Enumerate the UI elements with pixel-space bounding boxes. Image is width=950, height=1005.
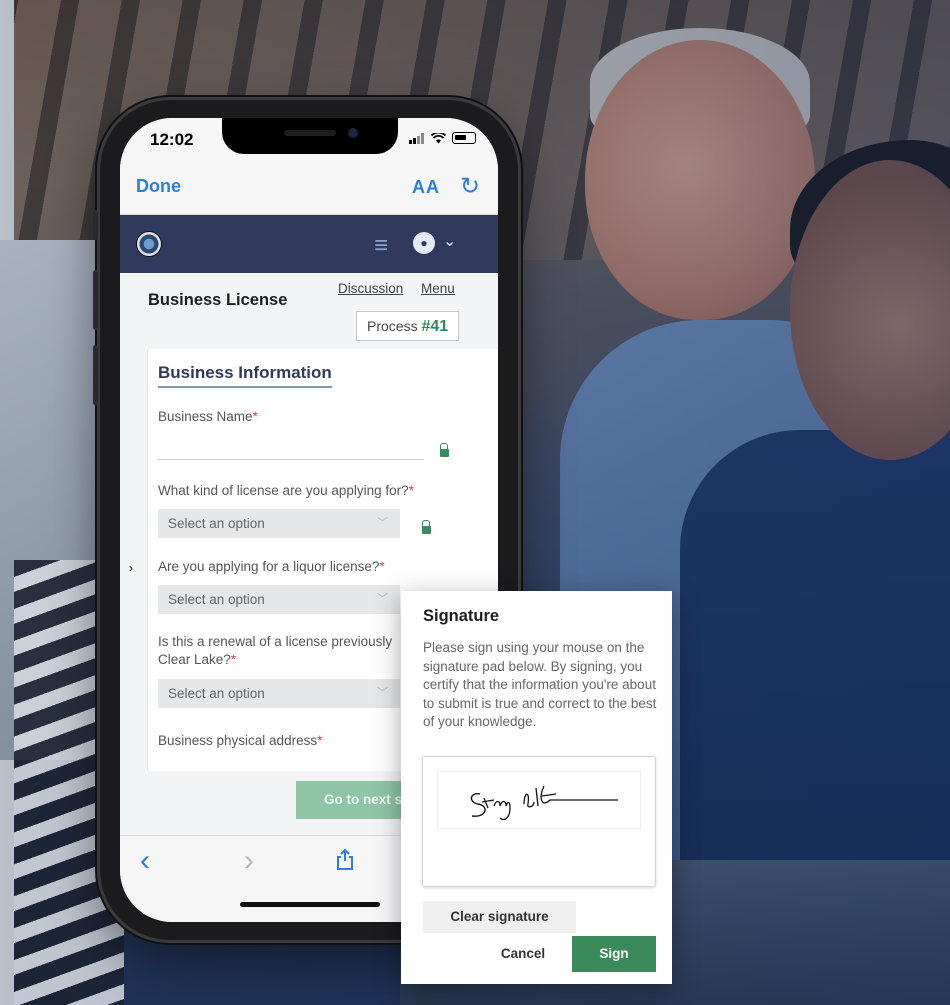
business-name-input[interactable] (158, 432, 424, 460)
chevron-down-icon[interactable]: ⌄ (443, 231, 456, 251)
signature-dialog: Signature Please sign using your mouse o… (401, 591, 672, 984)
renewal-select[interactable]: Select an option ﹀ (158, 679, 400, 708)
chevron-left-icon[interactable]: ‹ (140, 844, 150, 878)
text-size-button[interactable]: AA (412, 177, 440, 198)
signal-icon (409, 132, 424, 144)
lock-icon (440, 443, 449, 457)
signature-pad[interactable] (422, 756, 656, 887)
process-label: Process (367, 318, 418, 334)
liquor-license-label: Are you applying for a liquor license?* (158, 559, 385, 574)
menu-link[interactable]: Menu (421, 281, 455, 296)
status-time: 12:02 (150, 130, 194, 149)
business-name-label: Business Name* (158, 409, 258, 424)
license-kind-select[interactable]: Select an option ﹀ (158, 509, 400, 538)
speaker (284, 130, 336, 136)
user-avatar-icon[interactable]: ● (413, 232, 435, 254)
browser-top-bar: Done AA ↻ (120, 164, 498, 215)
discussion-link[interactable]: Discussion (338, 281, 403, 296)
phone-volume-up (93, 270, 98, 330)
reload-icon[interactable]: ↻ (460, 172, 480, 201)
expand-chevron-icon[interactable]: › (129, 561, 133, 575)
page-title: Business License (148, 291, 288, 309)
liquor-license-select[interactable]: Select an option ﹀ (158, 585, 400, 614)
home-indicator (240, 902, 380, 907)
header-links: Discussion Menu (338, 281, 469, 296)
renewal-label-line2: Clear Lake?* (158, 652, 237, 667)
hamburger-menu-icon[interactable]: ≡ (374, 232, 388, 260)
physical-address-label: Business physical address* (158, 733, 323, 748)
chevron-down-icon: ﹀ (377, 517, 388, 529)
clear-signature-button[interactable]: Clear signature (423, 901, 576, 933)
signature-title: Signature (423, 607, 500, 625)
chevron-down-icon: ﹀ (377, 593, 388, 605)
status-icons (409, 132, 476, 144)
process-number: #41 (421, 318, 449, 335)
renewal-label: Is this a renewal of a license previousl… (158, 634, 393, 649)
handwritten-signature (470, 785, 618, 821)
cancel-button[interactable]: Cancel (483, 937, 563, 971)
signature-area[interactable] (437, 771, 641, 829)
page-header: Business License Discussion Menu Process… (120, 273, 498, 349)
process-badge[interactable]: Process #41 (356, 311, 460, 341)
side-rail: › (120, 349, 148, 771)
camera (348, 128, 358, 138)
city-seal-logo[interactable] (136, 231, 162, 257)
share-icon[interactable] (334, 848, 356, 870)
battery-icon (452, 132, 476, 144)
wifi-icon (431, 132, 446, 143)
section-title: Business Information (158, 363, 332, 388)
phone-volume-down (93, 345, 98, 405)
app-navbar: ≡ ● ⌄ (120, 215, 498, 273)
license-kind-label: What kind of license are you applying fo… (158, 483, 414, 498)
lock-icon (422, 520, 431, 534)
sign-button[interactable]: Sign (572, 936, 656, 972)
phone-notch (222, 118, 398, 154)
chevron-right-icon[interactable]: › (244, 844, 254, 878)
done-button[interactable]: Done (136, 176, 181, 197)
signature-description: Please sign using your mouse on the sign… (423, 640, 657, 729)
chevron-down-icon: ﹀ (377, 687, 388, 699)
phone-mute-switch (93, 210, 98, 240)
